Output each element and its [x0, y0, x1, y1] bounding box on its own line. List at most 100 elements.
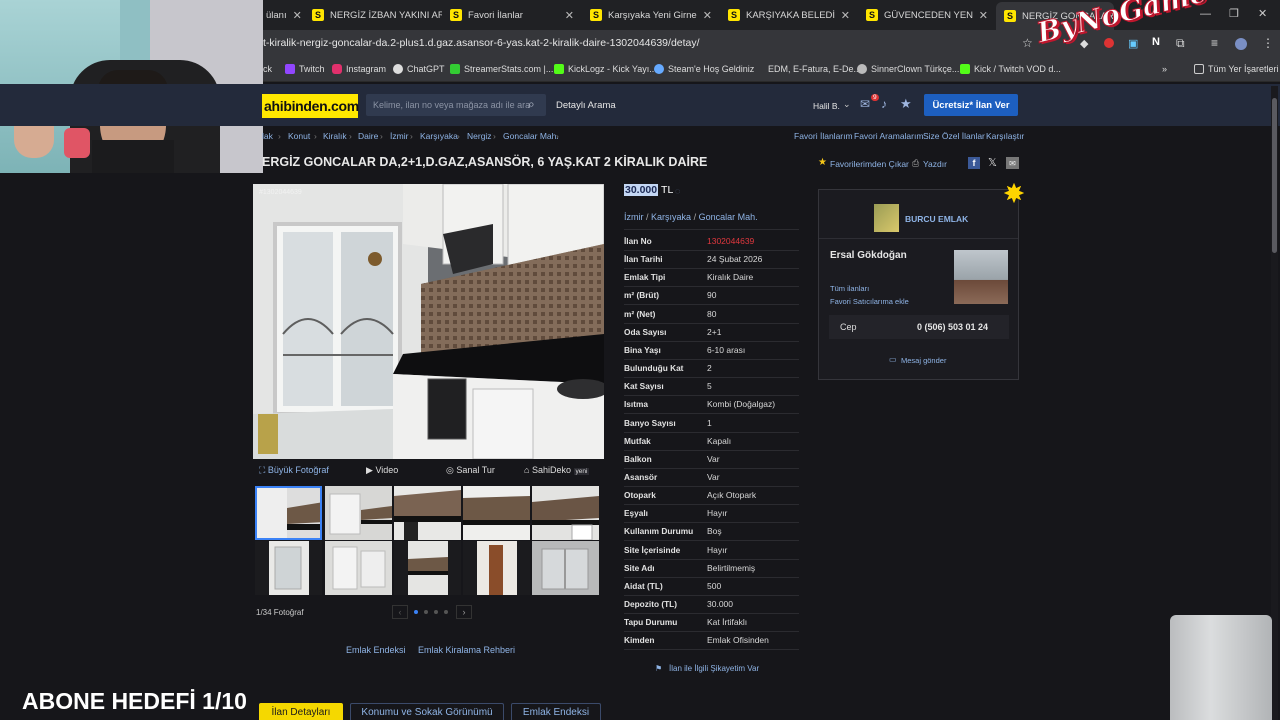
thumbnail[interactable]	[255, 541, 322, 595]
browser-tab[interactable]: S Karşıyaka Yeni Girne'ye Pa ✕	[582, 4, 720, 26]
emlak-endeksi-link[interactable]: Emlak Endeksi	[346, 645, 406, 655]
breadcrumb-item[interactable]: İzmir	[390, 131, 408, 141]
agency-logo[interactable]	[874, 204, 899, 232]
bookmark-steam[interactable]: Steam'e Hoş Geldiniz	[654, 64, 754, 74]
thumbnail[interactable]	[463, 486, 530, 540]
page-scrollbar[interactable]	[1271, 86, 1278, 720]
thumbnail[interactable]	[255, 486, 322, 540]
facebook-share-icon[interactable]: f	[968, 157, 980, 169]
compare-link[interactable]: Karşılaştır	[986, 131, 1024, 141]
close-icon[interactable]: ✕	[565, 9, 574, 22]
more-bookmarks-icon[interactable]: »	[1162, 64, 1167, 74]
breadcrumb-item[interactable]: Karşıyaka	[420, 131, 458, 141]
thumbnail[interactable]	[394, 486, 461, 540]
remove-favorite-link[interactable]: Favorilerimden Çıkar	[830, 159, 909, 169]
site-logo[interactable]: ahibinden.com	[262, 94, 359, 118]
special-listings-link[interactable]: Size Özel İlanlar	[923, 131, 985, 141]
thumbnail[interactable]	[394, 541, 461, 595]
close-icon[interactable]: ✕	[703, 9, 712, 22]
rental-guide-link[interactable]: Emlak Kiralama Rehberi	[418, 645, 515, 655]
email-share-icon[interactable]: ✉	[1006, 157, 1019, 169]
breadcrumb-item[interactable]: Daire	[358, 131, 378, 141]
bookmark-chatgpt[interactable]: ChatGPT	[393, 64, 445, 74]
all-bookmarks[interactable]: Tüm Yer İşaretleri	[1194, 64, 1279, 74]
favorite-searches-link[interactable]: Favori Aramalarım	[854, 131, 923, 141]
browser-tab[interactable]: ülanı ✕	[258, 4, 304, 26]
large-photo-button[interactable]: ⛶ Büyük Fotoğraf	[259, 465, 329, 476]
page-dot[interactable]	[434, 610, 438, 614]
browser-tab[interactable]: S KARŞIYAKA BELEDİYE SOK ✕	[720, 4, 858, 26]
location-district[interactable]: Karşıyaka	[651, 212, 691, 222]
breadcrumb-item[interactable]: Kiralık	[323, 131, 347, 141]
bookmark-sinnerclown[interactable]: SinnerClown Türkçe...	[857, 64, 959, 74]
star-bookmark-icon[interactable]: ☆	[1022, 36, 1033, 50]
browser-tab[interactable]: S NERGİZ İZBAN YAKINI AR✕	[304, 4, 442, 26]
add-favorite-seller-link[interactable]: Favori Satıcılarıma ekle	[830, 297, 909, 306]
print-link[interactable]: Yazdır	[923, 159, 947, 169]
bookmark-kick-vod[interactable]: Kick / Twitch VOD d...	[960, 64, 1061, 74]
virtual-tour-button[interactable]: ◎ Sanal Tur	[446, 465, 495, 476]
phone-number[interactable]: 0 (506) 503 01 24	[917, 322, 988, 332]
bookmark-kicklogz[interactable]: KickLogz - Kick Yayı...	[554, 64, 657, 74]
window-close-icon[interactable]: ✕	[1258, 7, 1267, 20]
agency-name[interactable]: BURCU EMLAK	[905, 214, 968, 224]
send-message-link[interactable]: Mesaj gönder	[901, 356, 946, 365]
page-dot[interactable]	[414, 610, 418, 614]
tab-listing-details[interactable]: İlan Detayları	[259, 703, 343, 720]
browser-tab[interactable]: S GÜVENCEDEN YENİ GİRNE ✕	[858, 4, 996, 26]
location-city[interactable]: İzmir	[624, 212, 644, 222]
extension-red-icon[interactable]	[1104, 38, 1114, 48]
detailed-search-link[interactable]: Detaylı Arama	[556, 100, 616, 111]
thumbnail[interactable]	[325, 541, 392, 595]
user-menu[interactable]: Halil B.	[813, 101, 840, 111]
main-photo[interactable]: #1302044639	[253, 184, 604, 459]
next-photo-button[interactable]: ›	[456, 605, 472, 619]
close-icon[interactable]: ✕	[841, 9, 850, 22]
thumbnail[interactable]	[463, 541, 530, 595]
bookmark-edm[interactable]: EDM, E-Fatura, E-De...	[768, 64, 861, 74]
video-button[interactable]: ▶ Video	[366, 465, 398, 476]
favorite-listings-link[interactable]: Favori İlanlarım	[794, 131, 853, 141]
favorites-star-icon[interactable]: ★	[900, 96, 912, 112]
thumbnail[interactable]	[532, 486, 599, 540]
notion-icon[interactable]: N	[1152, 36, 1160, 48]
bell-icon[interactable]: ♪	[881, 97, 887, 111]
breadcrumb-item[interactable]: Goncalar Mah.	[503, 131, 559, 141]
page-dot[interactable]	[444, 610, 448, 614]
bookmark-twitch[interactable]: Twitch	[285, 64, 325, 74]
tab-emlak-endeksi[interactable]: Emlak Endeksi	[511, 703, 601, 720]
thumbnail[interactable]	[325, 486, 392, 540]
bookmark-item[interactable]: ck	[263, 64, 272, 74]
page-dot[interactable]	[424, 610, 428, 614]
location-neighborhood[interactable]: Goncalar Mah.	[699, 212, 758, 222]
breadcrumb-item[interactable]: Konut	[288, 131, 310, 141]
browser-menu-icon[interactable]: ⋮	[1262, 36, 1274, 50]
close-icon[interactable]: ✕	[979, 9, 988, 22]
close-icon[interactable]: ✕	[293, 9, 302, 22]
tab-location[interactable]: Konumu ve Sokak Görünümü	[350, 703, 504, 720]
breadcrumb-item[interactable]: Nergiz	[467, 131, 492, 141]
puzzle-extensions-icon[interactable]: ⧉	[1176, 36, 1185, 51]
sahideko-button[interactable]: ⌂ SahiDeko yeni	[524, 465, 590, 475]
chevron-down-icon[interactable]: ⌄	[843, 99, 851, 110]
search-input[interactable]	[366, 94, 546, 116]
extension-blue-icon[interactable]: ▣	[1128, 37, 1138, 50]
info-icon[interactable]: ◌	[675, 186, 680, 196]
messages-icon[interactable]: ✉	[860, 97, 870, 111]
x-share-icon[interactable]: 𝕏	[988, 156, 997, 169]
minimize-icon[interactable]: —	[1200, 8, 1211, 20]
bookmark-streamerstats[interactable]: StreamerStats.com |...	[450, 64, 553, 74]
url-text[interactable]: t-kiralik-nergiz-goncalar-da.2-plus1.d.g…	[263, 37, 700, 49]
post-listing-button[interactable]: Ücretsiz* İlan Ver	[924, 94, 1018, 116]
prev-photo-button[interactable]: ‹	[392, 605, 408, 619]
browser-tab[interactable]: S Favori İlanlar ✕	[442, 4, 582, 26]
maximize-icon[interactable]: ❐	[1229, 7, 1239, 20]
thumbnail[interactable]	[532, 541, 599, 595]
all-listings-link[interactable]: Tüm ilanları	[830, 284, 869, 293]
reading-list-icon[interactable]: ≡	[1211, 36, 1218, 50]
breadcrumb-item[interactable]: lak	[262, 131, 273, 141]
complaint-link[interactable]: İlan ile İlgili Şikayetim Var	[669, 664, 759, 673]
bookmark-instagram[interactable]: Instagram	[332, 64, 386, 74]
scrollbar-thumb[interactable]	[1272, 98, 1277, 253]
profile-avatar[interactable]	[1235, 38, 1247, 50]
